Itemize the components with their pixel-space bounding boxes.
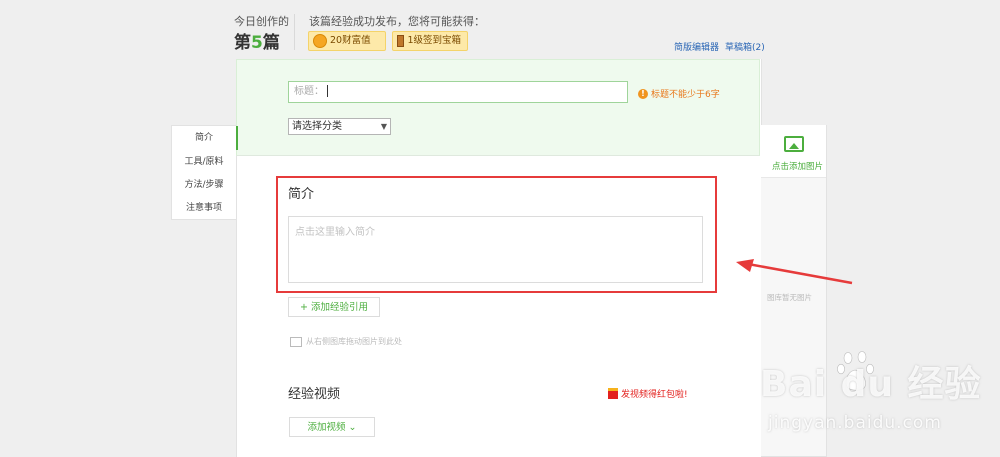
annotation-arrow (736, 259, 853, 285)
reward-title: 该篇经验成功发布，您将可能获得： (309, 15, 485, 28)
warning-icon: ! (638, 88, 648, 99)
reward-wealth-badge: 20财富值 (308, 31, 386, 51)
video-promo-text: 发视频得红包啦! (621, 390, 688, 400)
drag-hint-text: 从右侧图库拖动图片到此处 (306, 337, 402, 346)
title-input[interactable]: 标题： (288, 81, 628, 103)
nav-item-tools[interactable]: 工具/原料 (172, 152, 236, 172)
drag-image-hint: 从右侧图库拖动图片到此处 (290, 336, 402, 347)
count-number: 5 (251, 33, 263, 53)
section-nav: 简介 工具/原料 方法/步骤 注意事项 (171, 125, 238, 220)
article-count: 第5篇 (234, 28, 280, 53)
text-caret (327, 85, 328, 97)
count-suffix: 篇 (262, 33, 280, 53)
video-promo-link[interactable]: 发视频得红包啦! (608, 387, 688, 400)
nav-item-notes[interactable]: 注意事项 (172, 198, 236, 218)
chest-icon (397, 35, 405, 47)
category-select[interactable]: 请选择分类 ▼ (288, 118, 391, 135)
add-image-icon (784, 136, 804, 152)
add-video-button[interactable]: 添加视频 ⌄ (289, 417, 375, 437)
add-reference-button[interactable]: + 添加经验引用 (288, 297, 380, 317)
count-prefix: 第 (234, 33, 251, 53)
header-divider (294, 14, 295, 50)
gift-icon (608, 388, 618, 399)
title-section (236, 59, 760, 156)
title-placeholder: 标题： (294, 86, 324, 97)
watermark-text: Bai du 经验 (760, 364, 982, 405)
coin-icon (313, 34, 327, 48)
reward-wealth-label: 20财富值 (330, 35, 371, 46)
video-heading: 经验视频 (288, 387, 341, 402)
nav-item-intro[interactable]: 简介 (172, 126, 238, 150)
category-select-value: 请选择分类 (292, 121, 342, 132)
today-created-label: 今日创作的 (234, 15, 289, 28)
title-warning-text: 标题不能少于6字 (651, 90, 720, 100)
watermark-url: jingyan.baidu.com (768, 413, 942, 433)
title-warning: ! 标题不能少于6字 (638, 87, 720, 100)
nav-item-steps[interactable]: 方法/步骤 (172, 175, 236, 195)
add-image-label: 点击添加图片 (772, 162, 824, 172)
reward-chest-label: 1级签到宝箱 (407, 35, 461, 46)
empty-gallery-text: 图库暂无图片 (767, 293, 812, 302)
drafts-link[interactable]: 草稿箱(2) (725, 40, 765, 53)
chevron-down-icon: ▼ (380, 122, 387, 131)
reward-chest-badge: 1级签到宝箱 (392, 31, 468, 51)
image-icon (290, 336, 302, 347)
simple-editor-link[interactable]: 简版编辑器 (674, 40, 719, 53)
annotation-highlight-box (276, 176, 717, 293)
